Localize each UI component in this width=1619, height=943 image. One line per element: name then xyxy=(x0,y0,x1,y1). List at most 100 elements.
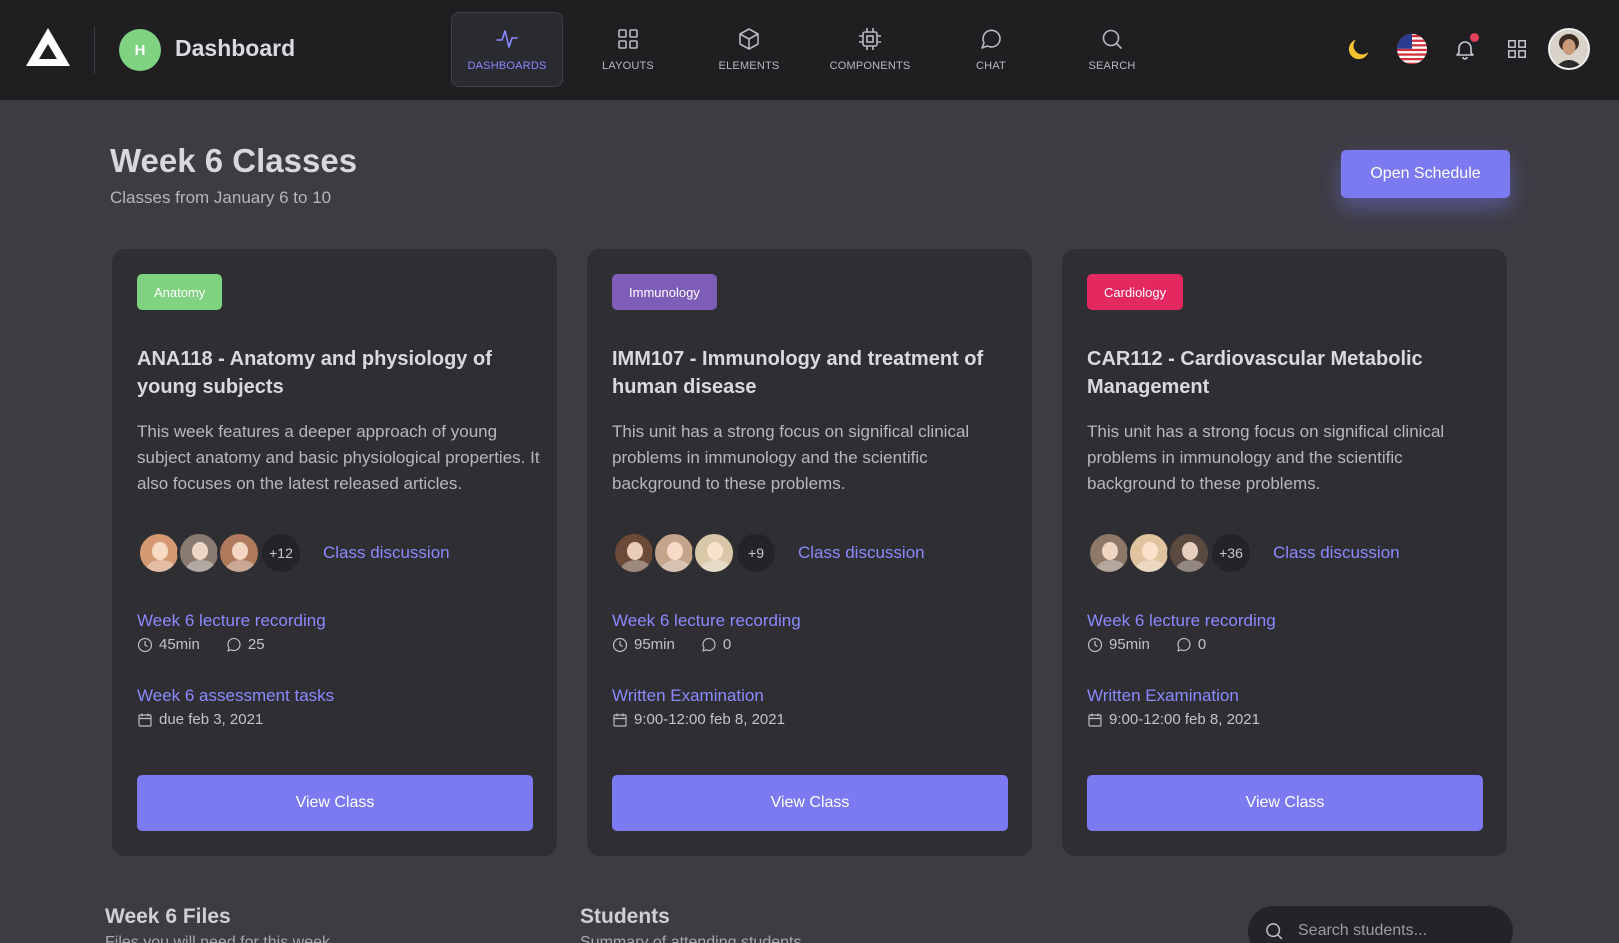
nav-search[interactable]: SEARCH xyxy=(1056,12,1168,87)
comment-icon xyxy=(1177,637,1191,652)
apps-grid-icon xyxy=(1508,40,1526,58)
top-navigation-bar: H Dashboard DASHBOARDS LAYOUTS ELEMENTS … xyxy=(0,0,1619,100)
duration-text: 95min xyxy=(634,636,675,653)
class-card: Immunology IMM107 - Immunology and treat… xyxy=(586,248,1033,857)
student-search-input[interactable] xyxy=(1298,922,1498,940)
chat-bubble-icon xyxy=(981,29,1001,49)
nav-components[interactable]: COMPONENTS xyxy=(814,12,926,87)
class-description: This unit has a strong focus on signific… xyxy=(1087,422,1445,493)
clock-icon xyxy=(137,637,153,652)
nav-chat[interactable]: CHAT xyxy=(935,12,1047,87)
brand-avatar[interactable]: H xyxy=(119,29,161,71)
page-subtitle: Classes from January 6 to 10 xyxy=(110,188,332,207)
brand-title: Dashboard xyxy=(175,35,296,61)
examination-link[interactable]: Written Examination xyxy=(1087,686,1239,706)
due-date-text: due feb 3, 2021 xyxy=(159,711,264,728)
moon-icon xyxy=(1348,39,1369,60)
nav-label: LAYOUTS xyxy=(602,60,654,72)
category-tag: Immunology xyxy=(612,274,717,310)
lecture-recording-link[interactable]: Week 6 lecture recording xyxy=(137,611,326,631)
participant-avatar[interactable] xyxy=(1167,531,1211,575)
participant-avatar[interactable] xyxy=(692,531,736,575)
lecture-recording-link[interactable]: Week 6 lecture recording xyxy=(1087,611,1276,631)
nav-layouts[interactable]: LAYOUTS xyxy=(572,12,684,87)
more-participants-badge[interactable]: +36 xyxy=(1209,531,1253,575)
brand-divider xyxy=(94,26,95,74)
participant-avatar[interactable] xyxy=(612,531,656,575)
notification-dot xyxy=(1470,33,1479,42)
nav-label: ELEMENTS xyxy=(718,60,780,72)
calendar-icon xyxy=(138,713,152,727)
category-tag: Cardiology xyxy=(1087,274,1184,310)
theme-toggle-button[interactable] xyxy=(1343,33,1375,65)
search-icon xyxy=(1102,29,1122,49)
comment-icon xyxy=(702,637,716,652)
lecture-recording-link[interactable]: Week 6 lecture recording xyxy=(612,611,801,631)
cpu-icon xyxy=(859,28,881,50)
calendar-icon xyxy=(613,713,627,727)
duration-text: 95min xyxy=(1109,636,1150,653)
class-description: This week features a deeper approach of … xyxy=(137,422,540,493)
participant-avatar[interactable] xyxy=(217,531,261,575)
examination-meta: 9:00-12:00 feb 8, 2021 xyxy=(1087,711,1260,728)
view-class-button[interactable]: View Class xyxy=(137,775,533,831)
duration-text: 45min xyxy=(159,636,200,653)
nav-dashboards[interactable]: DASHBOARDS xyxy=(451,12,563,87)
class-card: Anatomy ANA118 - Anatomy and physiology … xyxy=(111,248,558,857)
open-schedule-button[interactable]: Open Schedule xyxy=(1341,150,1510,198)
language-selector-button[interactable] xyxy=(1396,33,1428,65)
class-discussion-link[interactable]: Class discussion xyxy=(1273,543,1400,563)
students-section-title: Students xyxy=(580,905,670,928)
page-title: Week 6 Classes xyxy=(110,142,358,179)
comments-count: 0 xyxy=(1197,636,1207,653)
assessment-link[interactable]: Week 6 assessment tasks xyxy=(137,686,334,706)
participant-avatar[interactable] xyxy=(1087,531,1131,575)
more-participants-badge[interactable]: +9 xyxy=(734,531,778,575)
clock-icon xyxy=(612,637,628,652)
more-participants-badge[interactable]: +12 xyxy=(259,531,303,575)
assessment-meta: due feb 3, 2021 xyxy=(137,711,263,728)
files-section-subtitle: Files you will need for this week xyxy=(105,934,330,943)
exam-date-text: 9:00-12:00 feb 8, 2021 xyxy=(634,711,785,728)
files-section-title: Week 6 Files xyxy=(105,905,231,928)
participants-row: +9 Class discussion xyxy=(612,531,925,575)
comment-icon xyxy=(227,637,241,652)
clock-icon xyxy=(1087,637,1103,652)
cube-icon xyxy=(739,28,759,50)
class-discussion-link[interactable]: Class discussion xyxy=(323,543,450,563)
nav-label: DASHBOARDS xyxy=(467,60,547,72)
user-photo-icon xyxy=(1550,30,1588,68)
examination-meta: 9:00-12:00 feb 8, 2021 xyxy=(612,711,785,728)
lecture-meta: 95min 0 xyxy=(1087,636,1206,653)
apps-button[interactable] xyxy=(1501,33,1533,65)
participant-avatar[interactable] xyxy=(652,531,696,575)
class-title: IMM107 - Immunology and treatment of hum… xyxy=(612,348,984,398)
notifications-button[interactable] xyxy=(1449,33,1481,65)
view-class-button[interactable]: View Class xyxy=(1087,775,1483,831)
class-title: CAR112 - Cardiovascular Metabolic Manage… xyxy=(1087,348,1423,398)
us-flag-icon xyxy=(1397,34,1427,64)
participant-avatar[interactable] xyxy=(177,531,221,575)
students-section-subtitle: Summary of attending students xyxy=(580,934,802,943)
participant-avatar[interactable] xyxy=(137,531,181,575)
class-card: Cardiology CAR112 - Cardiovascular Metab… xyxy=(1061,248,1508,857)
user-avatar[interactable] xyxy=(1548,28,1590,70)
examination-link[interactable]: Written Examination xyxy=(612,686,764,706)
category-tag: Anatomy xyxy=(137,274,223,310)
participants-row: +36 Class discussion xyxy=(1087,531,1400,575)
view-class-button[interactable]: View Class xyxy=(612,775,1008,831)
logo-icon[interactable] xyxy=(24,26,72,70)
exam-date-text: 9:00-12:00 feb 8, 2021 xyxy=(1109,711,1260,728)
student-search-box xyxy=(1248,906,1513,943)
grid-icon xyxy=(618,29,638,49)
participant-avatar[interactable] xyxy=(1127,531,1171,575)
comments-count: 25 xyxy=(247,636,265,653)
nav-label: CHAT xyxy=(976,60,1006,72)
nav-label: SEARCH xyxy=(1088,60,1136,72)
nav-label: COMPONENTS xyxy=(829,60,911,72)
nav-elements[interactable]: ELEMENTS xyxy=(693,12,805,87)
lecture-meta: 45min 25 xyxy=(137,636,265,653)
class-discussion-link[interactable]: Class discussion xyxy=(798,543,925,563)
lecture-meta: 95min 0 xyxy=(612,636,731,653)
search-icon xyxy=(1266,923,1283,940)
